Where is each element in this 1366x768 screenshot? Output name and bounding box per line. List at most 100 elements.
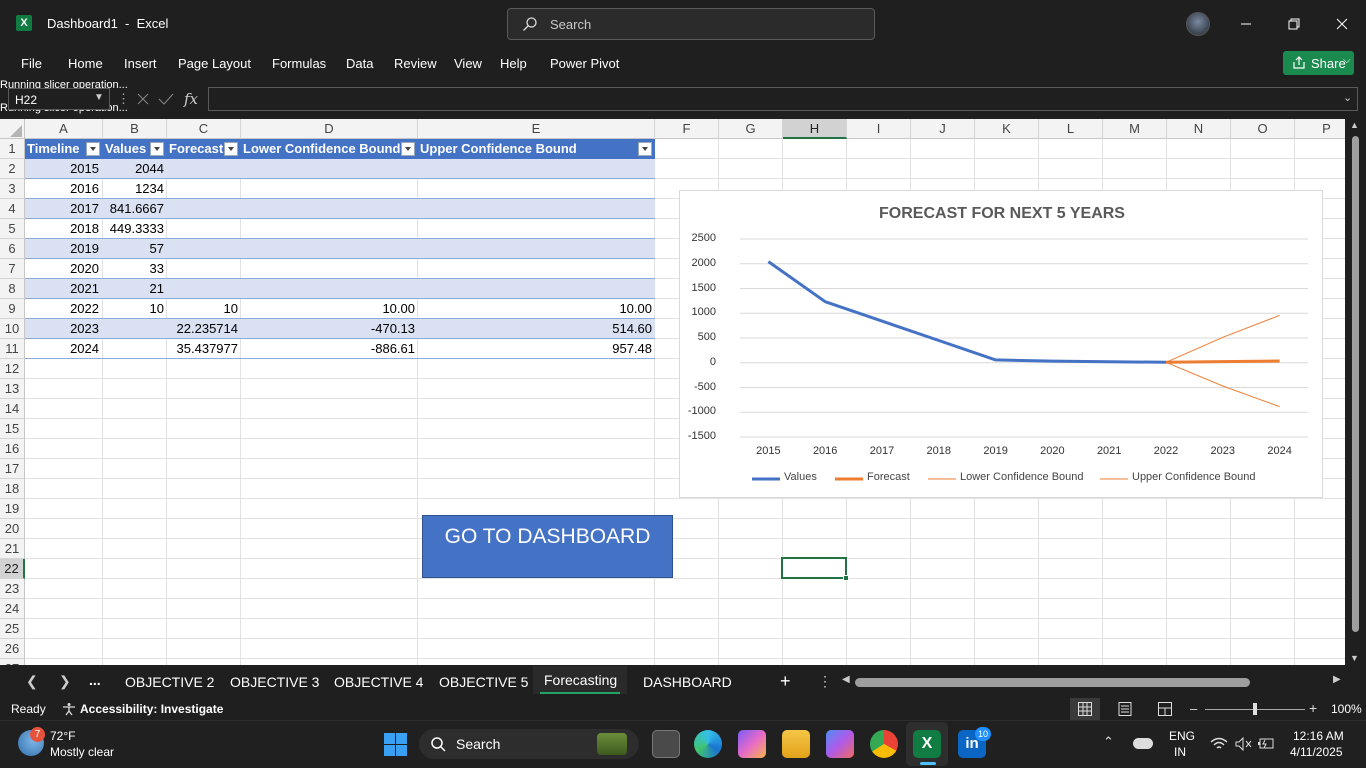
taskbar-search[interactable]: Search [419,729,639,759]
table-cell[interactable]: 2015 [25,159,102,179]
series-line-upper-confidence-bound[interactable] [1165,314,1280,363]
chevron-down-icon[interactable]: ⌄ [1343,91,1352,104]
scroll-down-icon[interactable]: ▼ [1350,653,1359,663]
m365-icon[interactable] [826,730,854,758]
vertical-scroll-thumb[interactable] [1352,136,1359,632]
zoom-level[interactable]: 100% [1331,702,1362,716]
tab-power-pivot[interactable]: Power Pivot [550,56,619,71]
table-row[interactable]: 2016 1234 [25,179,655,199]
table-cell[interactable]: 2023 [25,319,102,339]
search-box[interactable]: Search [507,8,875,40]
table-cell[interactable]: 10 [103,299,167,319]
table-cell[interactable]: 22.235714 [167,319,241,339]
tab-review[interactable]: Review [394,56,437,71]
name-box[interactable]: H22 ▼ [8,88,110,110]
minimize-button[interactable] [1234,12,1258,36]
sheet-tab-objective-2[interactable]: OBJECTIVE 2 [125,674,214,690]
table-cell[interactable]: 2016 [25,179,102,199]
sheet-tab-objective-4[interactable]: OBJECTIVE 4 [334,674,423,690]
table-row[interactable]: 2018 449.3333 [25,219,655,239]
more-options-icon[interactable]: ⋮ [117,91,130,107]
table-cell[interactable] [241,199,418,219]
table-cell[interactable]: 2019 [25,239,102,259]
accessibility-status[interactable]: Accessibility: Investigate [80,702,223,716]
table-cell[interactable]: 35.437977 [167,339,241,359]
table-cell[interactable]: 57 [103,239,167,259]
table-cell[interactable] [167,199,241,219]
table-cell[interactable] [418,279,655,299]
language-code[interactable]: ENG [1169,729,1195,743]
show-hidden-icons-icon[interactable]: ⌃ [1103,734,1114,750]
table-cell[interactable] [241,179,418,199]
table-row[interactable]: 2023 22.235714 -470.13 514.60 [25,319,655,339]
table-cell[interactable]: -886.61 [241,339,418,359]
scroll-right-icon[interactable]: ▶ [1333,674,1341,685]
file-explorer-icon[interactable] [782,730,810,758]
table-row[interactable]: 2024 35.437977 -886.61 957.48 [25,339,655,359]
sheet-tab-objective-3[interactable]: OBJECTIVE 3 [230,674,319,690]
cancel-icon[interactable] [136,92,150,106]
add-sheet-icon[interactable]: + [780,671,791,692]
excel-taskbar-icon[interactable]: X [913,730,941,758]
onedrive-icon[interactable] [1133,738,1153,749]
avatar[interactable] [1186,12,1210,36]
battery-icon[interactable] [1257,737,1275,751]
formula-input[interactable]: ⌄ [208,87,1358,111]
selected-cell[interactable] [781,557,847,579]
scroll-left-icon[interactable]: ◀ [842,674,850,685]
table-cell[interactable] [418,219,655,239]
filter-dropdown-icon[interactable] [86,142,100,156]
table-cell[interactable]: 2022 [25,299,102,319]
table-cell[interactable]: 1234 [103,179,167,199]
zoom-in-icon[interactable]: + [1309,700,1317,716]
series-line-lower-confidence-bound[interactable] [1165,361,1280,408]
table-cell[interactable] [418,199,655,219]
windows-start-icon[interactable] [384,733,407,756]
table-cell[interactable] [167,219,241,239]
table-row[interactable]: 2015 2044 [25,159,655,179]
more-sheets-button[interactable]: ... [89,672,101,688]
filter-dropdown-icon[interactable] [401,142,415,156]
table-cell[interactable] [167,259,241,279]
sheet-tab-dashboard[interactable]: DASHBOARD [643,674,732,690]
fill-handle[interactable] [843,575,849,581]
table-cell[interactable]: 10.00 [241,299,418,319]
tab-file[interactable]: File [21,56,42,71]
table-row[interactable]: 2021 21 [25,279,655,299]
next-sheet-icon[interactable]: ❯ [59,673,71,690]
table-row[interactable]: 2020 33 [25,259,655,279]
sheet-tab-objective-5[interactable]: OBJECTIVE 5 [439,674,528,690]
page-break-icon[interactable] [1158,702,1172,716]
table-cell[interactable] [167,279,241,299]
copilot-icon[interactable] [738,730,766,758]
wifi-icon[interactable] [1210,737,1228,751]
tab-page-layout[interactable]: Page Layout [178,56,251,71]
table-cell[interactable]: 957.48 [418,339,655,359]
horizontal-scroll-thumb[interactable] [855,678,1250,687]
chevron-down-icon[interactable]: ▼ [94,92,104,103]
table-cell[interactable] [418,179,655,199]
table-cell[interactable] [167,179,241,199]
task-view-icon[interactable] [652,730,680,758]
insert-function-icon[interactable]: fx [184,90,198,108]
normal-view-button[interactable] [1070,698,1100,720]
tab-formulas[interactable]: Formulas [272,56,326,71]
table-cell[interactable]: 2020 [25,259,102,279]
table-cell[interactable] [241,219,418,239]
table-cell[interactable]: 21 [103,279,167,299]
more-options-icon[interactable]: ⋮ [818,673,832,690]
table-cell[interactable] [418,159,655,179]
edge-browser-icon[interactable] [694,730,722,758]
table-cell[interactable]: 10 [167,299,241,319]
scroll-up-icon[interactable]: ▲ [1350,120,1359,130]
table-cell[interactable] [167,239,241,259]
go-to-dashboard-button[interactable]: GO TO DASHBOARD [422,515,673,578]
table-cell[interactable] [241,259,418,279]
worksheet-grid[interactable]: A B C D E F G H I J K L M N O P 12345678… [0,119,1345,665]
close-button[interactable] [1330,12,1354,36]
table-cell[interactable] [418,259,655,279]
zoom-out-icon[interactable]: – [1190,701,1197,716]
language-region[interactable]: IN [1174,745,1186,759]
enter-icon[interactable] [158,92,174,106]
table-row[interactable]: 2017 841.6667 [25,199,655,219]
